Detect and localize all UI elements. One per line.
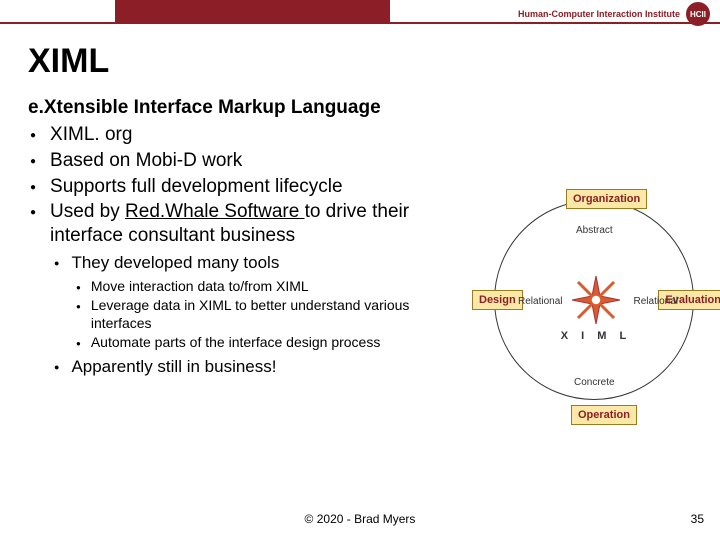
list-text: XIML. org <box>50 123 132 147</box>
diagram-label-concrete: Concrete <box>574 377 615 388</box>
diagram-center: X I M L <box>546 272 646 342</box>
institute-logo: Human-Computer Interaction Institute HCI… <box>518 2 710 26</box>
list-text: Used by Red.Whale Software to drive thei… <box>50 200 453 248</box>
list-item: XIML. org <box>28 123 453 147</box>
slide-title: XIML <box>28 42 692 81</box>
list-text: Based on Mobi-D work <box>50 149 242 173</box>
list-item: Supports full development lifecycle <box>28 175 453 199</box>
list-item: They developed many tools <box>52 252 453 274</box>
list-item: Automate parts of the interface design p… <box>74 334 453 352</box>
header-bar: Human-Computer Interaction Institute HCI… <box>0 0 720 34</box>
bullet-list-level3: Move interaction data to/from XIML Lever… <box>28 278 453 352</box>
ximl-star-icon <box>568 272 624 328</box>
institute-mark: HCII <box>686 2 710 26</box>
list-text: Supports full development lifecycle <box>50 175 343 199</box>
diagram-box-design: Design <box>472 290 523 310</box>
bullet-list-level2: They developed many tools <box>28 252 453 274</box>
list-text: Automate parts of the interface design p… <box>91 334 381 352</box>
list-text: They developed many tools <box>71 252 279 274</box>
page-number: 35 <box>691 512 704 526</box>
diagram-center-label: X I M L <box>546 330 646 342</box>
diagram-box-operation: Operation <box>571 405 637 425</box>
list-item: Used by Red.Whale Software to drive thei… <box>28 200 453 248</box>
list-text: Move interaction data to/from XIML <box>91 278 309 296</box>
list-item: Apparently still in business! <box>52 356 453 378</box>
list-item: Move interaction data to/from XIML <box>74 278 453 296</box>
list-text: Leverage data in XIML to better understa… <box>91 297 453 332</box>
redwhale-link[interactable]: Red.Whale Software <box>125 201 305 222</box>
list-item: Leverage data in XIML to better understa… <box>74 297 453 332</box>
institute-name: Human-Computer Interaction Institute <box>518 9 680 19</box>
slide-footer: © 2020 - Brad Myers <box>0 512 720 526</box>
list-text: Apparently still in business! <box>71 356 276 378</box>
header-accent <box>115 0 390 22</box>
slide-subtitle: e.Xtensible Interface Markup Language <box>28 97 692 119</box>
ximl-lifecycle-diagram: Organization Design Evaluation Operation… <box>474 190 714 420</box>
diagram-label-abstract: Abstract <box>576 225 613 236</box>
text-prefix: Used by <box>50 201 125 222</box>
list-item: Based on Mobi-D work <box>28 149 453 173</box>
diagram-box-organization: Organization <box>566 189 647 209</box>
bullet-list-level1: XIML. org Based on Mobi-D work Supports … <box>28 123 453 248</box>
bullet-list-level2-b: Apparently still in business! <box>28 356 453 378</box>
